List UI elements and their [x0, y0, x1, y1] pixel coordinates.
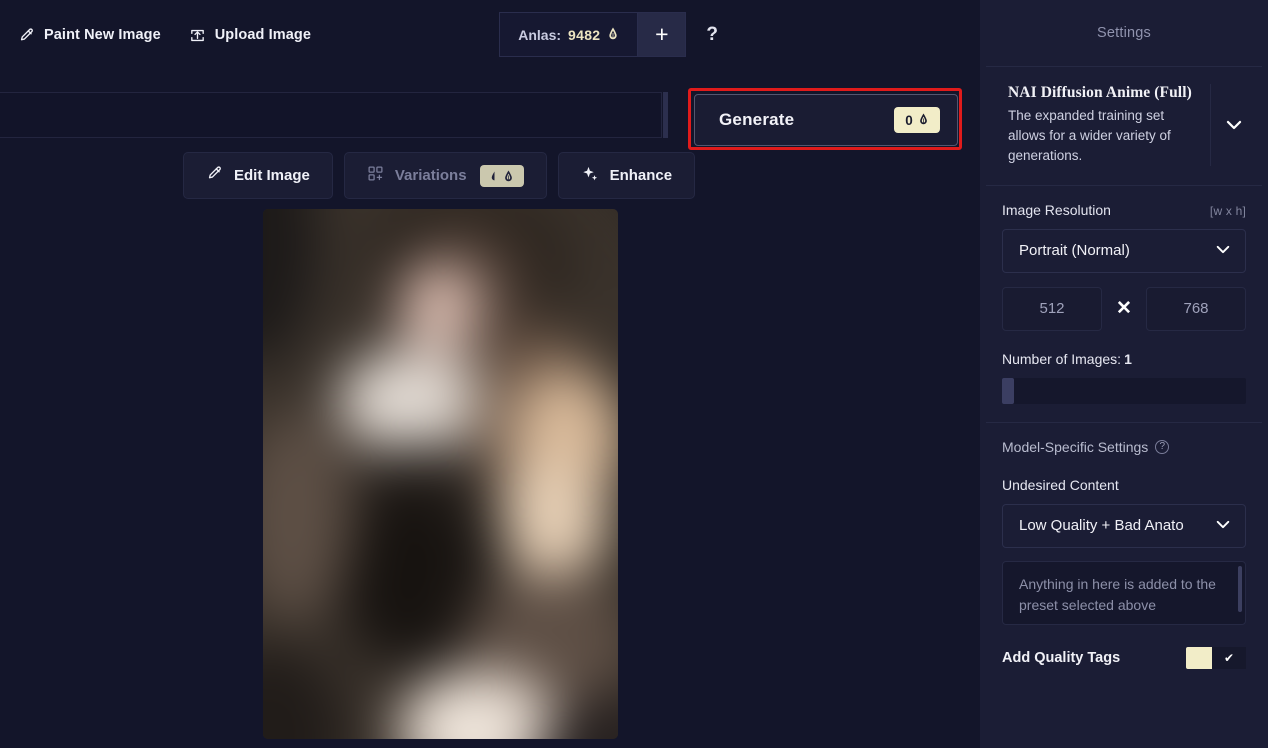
generate-cost-value: 0 — [905, 112, 913, 128]
model-text: NAI Diffusion Anime (Full) The expanded … — [1008, 84, 1210, 166]
height-input[interactable]: 768 — [1146, 286, 1246, 331]
number-of-images-label: Number of Images: 1 — [1002, 351, 1246, 367]
variations-cost-badge — [479, 164, 524, 187]
anlas-icon — [918, 113, 929, 128]
chevron-down-icon — [1215, 517, 1231, 534]
settings-title: Settings — [1097, 25, 1151, 41]
brush-icon — [18, 27, 35, 44]
anlas-label: Anlas: — [518, 26, 562, 43]
toggle-check-icon: ✔ — [1212, 646, 1246, 669]
prompt-scrollbar[interactable] — [663, 92, 668, 138]
model-specific-section: Model-Specific Settings ? Undesired Cont… — [980, 423, 1268, 687]
anlas-group: Anlas: 9482 + ? — [499, 12, 718, 57]
undesired-preset-select[interactable]: Low Quality + Bad Anato — [1002, 503, 1246, 548]
variations-grid-icon — [367, 165, 384, 186]
edit-image-label: Edit Image — [234, 167, 310, 184]
add-anlas-button[interactable]: + — [638, 12, 687, 57]
model-description: The expanded training set allows for a w… — [1008, 108, 1171, 163]
generate-highlight-box: Generate 0 — [688, 88, 962, 150]
undesired-content-textarea[interactable]: Anything in here is added to the preset … — [1002, 560, 1246, 625]
upload-icon — [189, 27, 206, 44]
upload-image-button[interactable]: Upload Image — [189, 27, 311, 44]
chevron-down-icon[interactable] — [1210, 84, 1256, 166]
paint-new-image-label: Paint New Image — [44, 27, 161, 43]
generate-label: Generate — [719, 110, 795, 129]
prompt-input[interactable] — [0, 92, 662, 138]
anlas-icon — [607, 27, 619, 43]
half-anlas-icon — [491, 171, 495, 180]
dimension-separator-icon: ✕ — [1116, 298, 1132, 320]
anlas-icon — [504, 170, 512, 181]
chevron-down-icon — [1215, 242, 1231, 259]
help-button[interactable]: ? — [706, 24, 718, 46]
resolution-hint: [w x h] — [1209, 203, 1246, 218]
undesired-content-label: Undesired Content — [1002, 476, 1119, 493]
model-specific-title: Model-Specific Settings — [1002, 438, 1149, 455]
generate-button[interactable]: Generate 0 — [694, 94, 958, 146]
number-of-images-slider[interactable] — [1002, 377, 1246, 404]
resolution-header: Image Resolution [w x h] — [1002, 202, 1246, 218]
undesired-content-placeholder: Anything in here is added to the preset … — [1019, 575, 1216, 613]
model-selector-card[interactable]: NAI Diffusion Anime (Full) The expanded … — [986, 67, 1262, 185]
resolution-section: Image Resolution [w x h] Portrait (Norma… — [980, 186, 1268, 422]
top-toolbar: Paint New Image Upload Image Anlas: 9482 — [0, 0, 980, 70]
prompt-row — [0, 92, 668, 138]
sparkle-icon — [581, 165, 599, 187]
app-root: Paint New Image Upload Image Anlas: 9482 — [0, 0, 1268, 748]
quality-tags-label: Add Quality Tags — [1002, 649, 1121, 666]
quality-tags-toggle[interactable]: ✔ — [1186, 646, 1246, 669]
model-name: NAI Diffusion Anime (Full) — [1008, 84, 1192, 101]
generated-image-content — [263, 209, 618, 739]
undesired-preset-value: Low Quality + Bad Anato — [1019, 517, 1184, 535]
main-column: Paint New Image Upload Image Anlas: 9482 — [0, 0, 980, 748]
question-mark-icon: ? — [706, 23, 718, 45]
model-specific-header: Model-Specific Settings ? — [1002, 439, 1246, 455]
generated-image[interactable] — [263, 209, 618, 739]
dimensions-row: 512 ✕ 768 — [1002, 286, 1246, 331]
number-of-images-text: Number of Images: — [1002, 350, 1122, 367]
paint-new-image-button[interactable]: Paint New Image — [18, 27, 161, 44]
slider-handle[interactable] — [1002, 377, 1014, 404]
action-tabs: Edit Image Variations Enhance — [183, 152, 696, 199]
quality-tags-row: Add Quality Tags ✔ — [1002, 646, 1246, 669]
upload-image-label: Upload Image — [214, 27, 312, 43]
brush-icon — [206, 165, 223, 186]
resolution-title: Image Resolution — [1002, 201, 1111, 218]
resolution-preset-value: Portrait (Normal) — [1019, 242, 1130, 260]
enhance-label: Enhance — [609, 167, 673, 184]
edit-image-tab[interactable]: Edit Image — [183, 152, 333, 199]
width-input[interactable]: 512 — [1002, 286, 1102, 331]
enhance-tab[interactable]: Enhance — [557, 152, 696, 199]
variations-label: Variations — [394, 167, 467, 184]
variations-tab[interactable]: Variations — [343, 152, 547, 199]
anlas-value: 9482 — [568, 26, 601, 43]
textarea-scrollbar[interactable] — [1238, 565, 1242, 612]
help-icon[interactable]: ? — [1155, 439, 1170, 454]
resolution-preset-select[interactable]: Portrait (Normal) — [1002, 228, 1246, 273]
plus-icon: + — [655, 21, 669, 47]
anlas-balance[interactable]: Anlas: 9482 — [499, 12, 639, 57]
generate-cost-badge: 0 — [894, 107, 940, 133]
settings-panel: Settings NAI Diffusion Anime (Full) The … — [980, 0, 1268, 748]
number-of-images-value: 1 — [1124, 350, 1132, 367]
